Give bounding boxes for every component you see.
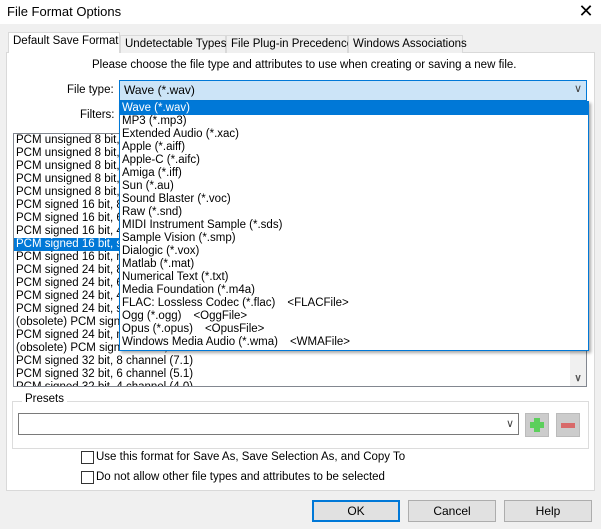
- file-type-option[interactable]: Apple-C (*.aifc): [120, 154, 588, 167]
- file-type-option[interactable]: MIDI Instrument Sample (*.sds): [120, 219, 588, 232]
- format-item[interactable]: PCM signed 32 bit, 8 channel (7.1): [14, 355, 586, 368]
- format-item[interactable]: PCM signed 32 bit, 4 channel (4.0): [14, 381, 586, 386]
- window-title: File Format Options: [7, 4, 122, 19]
- chevron-down-icon: ∨: [573, 83, 582, 95]
- filters-label: Filters:: [80, 109, 115, 121]
- presets-select[interactable]: ∨: [18, 413, 519, 435]
- file-type-option[interactable]: Dialogic (*.vox): [120, 245, 588, 258]
- file-type-option[interactable]: Sound Blaster (*.voc): [120, 193, 588, 206]
- option-label: Opus (*.opus): [122, 323, 193, 335]
- tab-undetectable-types[interactable]: Undetectable Types: [120, 35, 226, 53]
- file-type-option[interactable]: Wave (*.wav): [120, 102, 588, 115]
- file-type-option[interactable]: Sample Vision (*.smp): [120, 232, 588, 245]
- instructions: Please choose the file type and attribut…: [92, 59, 517, 71]
- option-tag: <WMAFile>: [289, 336, 351, 348]
- file-type-select[interactable]: Wave (*.wav) ∨: [119, 80, 587, 101]
- option-label: Wave (*.wav): [122, 102, 190, 114]
- file-type-option[interactable]: FLAC: Lossless Codec (*.flac) <FLACFile>: [120, 297, 588, 310]
- disallow-other-types-checkbox[interactable]: [81, 471, 94, 484]
- format-item[interactable]: PCM signed 32 bit, 6 channel (5.1): [14, 368, 586, 381]
- file-type-option[interactable]: Matlab (*.mat): [120, 258, 588, 271]
- scroll-down-icon[interactable]: ∨: [570, 373, 586, 384]
- option-label: Apple (*.aiff): [122, 141, 186, 153]
- option-label: Extended Audio (*.xac): [122, 128, 239, 140]
- file-type-option[interactable]: Ogg (*.ogg) <OggFile>: [120, 310, 588, 323]
- option-label: FLAC: Lossless Codec (*.flac): [122, 297, 276, 309]
- option-label: Amiga (*.iff): [122, 167, 182, 179]
- file-type-option[interactable]: Windows Media Audio (*.wma) <WMAFile>: [120, 336, 588, 349]
- option-label: Sun (*.au): [122, 180, 174, 192]
- chevron-down-icon: ∨: [505, 418, 514, 430]
- use-format-label: Use this format for Save As, Save Select…: [96, 451, 406, 463]
- file-type-option[interactable]: Raw (*.snd): [120, 206, 588, 219]
- option-label: Dialogic (*.vox): [122, 245, 200, 257]
- tab-default-save-format[interactable]: Default Save Format: [8, 32, 120, 53]
- file-type-option[interactable]: MP3 (*.mp3): [120, 115, 588, 128]
- file-type-option[interactable]: Opus (*.opus) <OpusFile>: [120, 323, 588, 336]
- option-label: Apple-C (*.aifc): [122, 154, 200, 166]
- add-preset-button[interactable]: [525, 413, 549, 437]
- option-label: MIDI Instrument Sample (*.sds): [122, 219, 283, 231]
- use-format-checkbox[interactable]: [81, 451, 94, 464]
- close-icon[interactable]: ✕: [576, 1, 596, 22]
- file-type-option[interactable]: Apple (*.aiff): [120, 141, 588, 154]
- option-tag: <OpusFile>: [204, 323, 265, 335]
- option-label: Sample Vision (*.smp): [122, 232, 236, 244]
- file-type-option[interactable]: Numerical Text (*.txt): [120, 271, 588, 284]
- option-label: Sound Blaster (*.voc): [122, 193, 231, 205]
- disallow-other-types-label: Do not allow other file types and attrib…: [96, 471, 385, 483]
- help-button[interactable]: Help: [504, 500, 592, 522]
- option-label: Matlab (*.mat): [122, 258, 195, 270]
- file-type-dropdown[interactable]: Wave (*.wav) MP3 (*.mp3) Extended Audio (*…: [119, 101, 589, 351]
- option-label: MP3 (*.mp3): [122, 115, 187, 127]
- option-label: Windows Media Audio (*.wma): [122, 336, 278, 348]
- option-tag: <OggFile>: [193, 310, 248, 322]
- remove-preset-button[interactable]: [556, 413, 580, 437]
- file-type-label: File type:: [67, 84, 114, 96]
- option-label: Numerical Text (*.txt): [122, 271, 229, 283]
- option-label: Media Foundation (*.m4a): [122, 284, 255, 296]
- tab-file-plugin-precedence[interactable]: File Plug-in Precedence: [226, 35, 353, 53]
- file-type-option[interactable]: Extended Audio (*.xac): [120, 128, 588, 141]
- title-bar: File Format Options ✕: [0, 0, 601, 24]
- option-label: Ogg (*.ogg): [122, 310, 182, 322]
- plus-icon: [530, 418, 544, 432]
- ok-button[interactable]: OK: [312, 500, 400, 522]
- file-type-option[interactable]: Media Foundation (*.m4a): [120, 284, 588, 297]
- file-type-value: Wave (*.wav): [124, 83, 195, 97]
- option-tag: <FLACFile>: [287, 297, 349, 309]
- option-label: Raw (*.snd): [122, 206, 183, 218]
- cancel-button[interactable]: Cancel: [408, 500, 496, 522]
- minus-icon: [561, 423, 575, 428]
- file-type-option[interactable]: Sun (*.au): [120, 180, 588, 193]
- tab-windows-associations[interactable]: Windows Associations: [348, 35, 467, 53]
- file-type-option[interactable]: Amiga (*.iff): [120, 167, 588, 180]
- presets-label: Presets: [22, 393, 67, 405]
